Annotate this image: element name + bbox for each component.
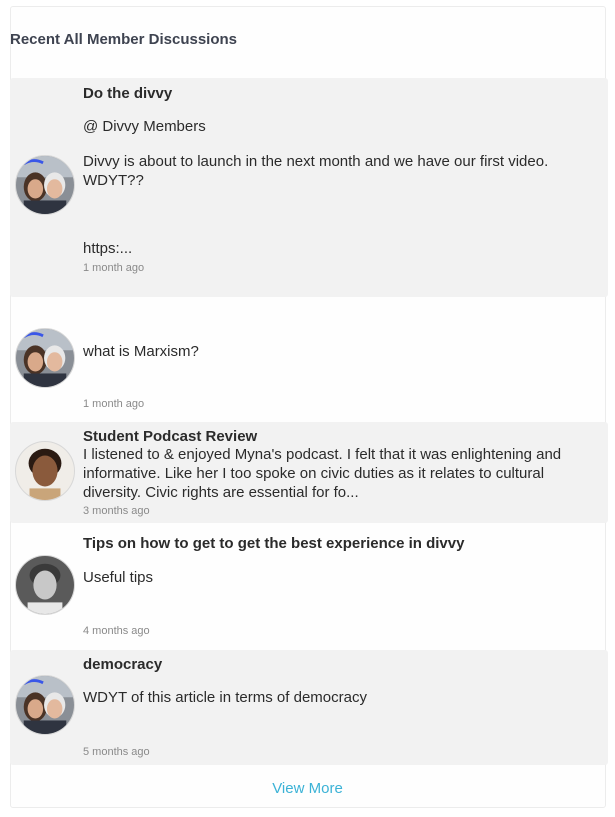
discussion-title[interactable]: Student Podcast Review xyxy=(83,428,257,445)
discussion-body[interactable]: what is Marxism? xyxy=(83,342,199,361)
couple-photo-icon xyxy=(16,676,74,734)
discussion-title[interactable]: democracy xyxy=(83,656,162,673)
discussion-title[interactable]: Do the divvy xyxy=(83,85,172,102)
discussion-time: 4 months ago xyxy=(83,625,150,637)
boy-avatar[interactable] xyxy=(15,555,75,615)
student-photo-icon xyxy=(16,442,74,500)
discussion-body: I listened to & enjoyed Myna's podcast. … xyxy=(83,446,562,501)
discussion-title[interactable]: Tips on how to get to get the best exper… xyxy=(83,535,464,552)
view-more-link[interactable]: View More xyxy=(0,780,615,797)
couple-photo-icon xyxy=(16,329,74,387)
panel-title: Recent All Member Discussions xyxy=(10,31,238,48)
boy-photo-icon xyxy=(16,556,74,614)
discussion-time: 1 month ago xyxy=(83,398,145,410)
discussion-body: Useful tips xyxy=(83,569,154,586)
discussion-mention: @ Divvy Members xyxy=(83,118,206,135)
student-avatar[interactable] xyxy=(15,441,75,501)
couple-photo-icon xyxy=(16,156,74,214)
discussion-item[interactable]: democracy WDYT of this article in terms … xyxy=(10,650,608,765)
discussion-time: 3 months ago xyxy=(83,505,150,517)
discussion-time: 5 months ago xyxy=(83,746,150,758)
discussion-item[interactable]: what is Marxism? 1 month ago xyxy=(10,318,608,418)
discussion-item[interactable]: Do the divvy @ Divvy Members Divvy is ab… xyxy=(10,78,608,297)
discussion-body: Divvy is about to launch in the next mon… xyxy=(83,153,549,189)
couple-avatar[interactable] xyxy=(15,328,75,388)
couple-avatar[interactable] xyxy=(15,155,75,215)
discussion-item[interactable]: Student Podcast Review I listened to & e… xyxy=(10,422,608,523)
discussion-body: WDYT of this article in terms of democra… xyxy=(83,689,367,706)
discussion-item[interactable]: Tips on how to get to get the best exper… xyxy=(10,528,608,644)
couple-avatar[interactable] xyxy=(15,675,75,735)
discussion-time: 1 month ago xyxy=(83,262,145,274)
discussion-link[interactable]: https:... xyxy=(83,239,132,258)
